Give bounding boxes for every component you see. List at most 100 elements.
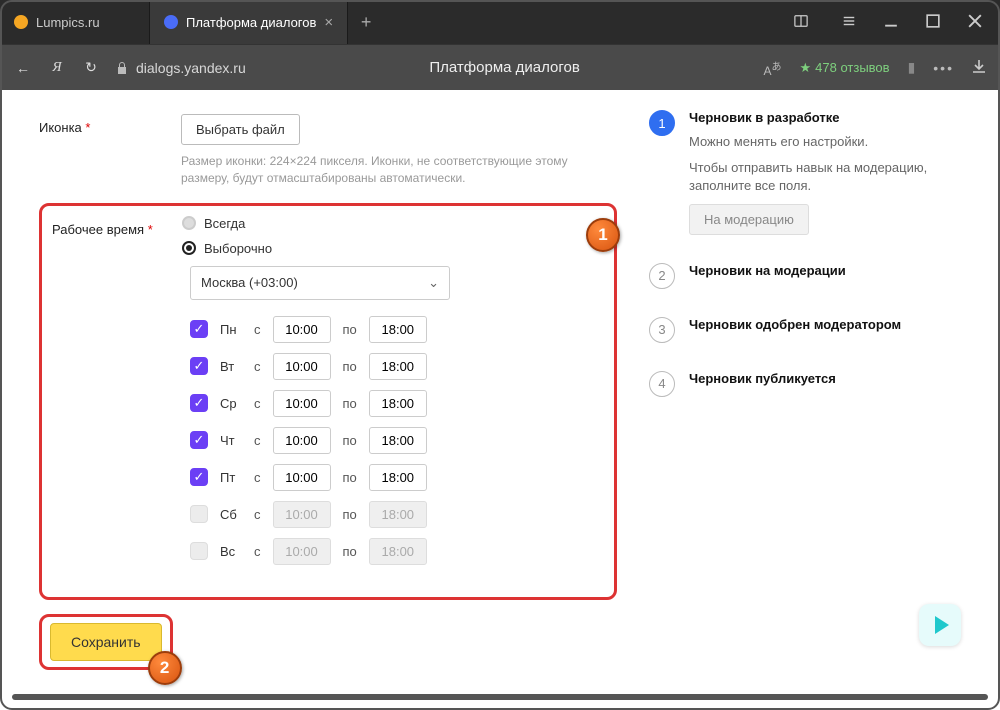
to-label: по (343, 359, 357, 374)
titlebar: Lumpics.ru Платформа диалогов × + (0, 0, 1000, 44)
day-checkbox[interactable]: ✓ (190, 357, 208, 375)
time-from-input[interactable] (273, 464, 331, 491)
day-name: Вт (220, 359, 242, 374)
radio-icon (182, 216, 196, 230)
radio-custom[interactable]: Выборочно (182, 241, 604, 256)
timezone-select[interactable]: Москва (+03:00) ⌄ (190, 266, 450, 300)
tab-title: Lumpics.ru (36, 15, 100, 30)
day-checkbox[interactable]: ✓ (190, 320, 208, 338)
close-window-icon[interactable] (968, 14, 982, 31)
address-bar: ← Я ↻ dialogs.yandex.ru Платформа диалог… (0, 44, 1000, 90)
from-label: с (254, 544, 261, 559)
reader-mode-icon[interactable] (794, 14, 808, 31)
minimize-icon[interactable] (884, 14, 898, 31)
step-desc: Чтобы отправить навык на модерацию, запо… (689, 159, 963, 195)
time-to-input[interactable] (369, 353, 427, 380)
day-checkbox[interactable]: ✓ (190, 468, 208, 486)
time-from-input[interactable] (273, 353, 331, 380)
save-button[interactable]: Сохранить (50, 623, 162, 661)
page-title: Платформа диалогов (262, 59, 748, 76)
menu-icon[interactable] (842, 14, 856, 31)
step-title: Черновик публикуется (689, 371, 836, 386)
download-icon[interactable] (972, 59, 986, 76)
day-name: Сб (220, 507, 242, 522)
chevron-down-icon: ⌄ (428, 275, 439, 291)
save-section: Сохранить 2 (39, 614, 173, 670)
maximize-icon[interactable] (926, 14, 940, 31)
annotation-badge-1: 1 (586, 218, 620, 252)
time-from-input[interactable] (273, 427, 331, 454)
tab-lumpics[interactable]: Lumpics.ru (0, 0, 150, 44)
day-name: Ср (220, 396, 242, 411)
step-title: Черновик одобрен модератором (689, 317, 901, 332)
annotation-badge-2: 2 (148, 651, 182, 685)
day-name: Чт (220, 433, 242, 448)
day-name: Вс (220, 544, 242, 559)
rating-badge[interactable]: ★478 отзывов (800, 60, 890, 76)
from-label: с (254, 359, 261, 374)
reload-icon[interactable]: ↻ (82, 59, 100, 76)
back-icon[interactable]: ← (14, 60, 32, 76)
day-row-Вт: ✓ Вт с по (190, 353, 604, 380)
day-checkbox[interactable] (190, 542, 208, 560)
day-row-Вс: Вс с по (190, 538, 604, 565)
step-4: 4 Черновик публикуется (649, 371, 963, 397)
step-number: 1 (649, 110, 675, 136)
time-to-input[interactable] (369, 427, 427, 454)
day-row-Пт: ✓ Пт с по (190, 464, 604, 491)
time-to-input (369, 538, 427, 565)
to-label: по (343, 507, 357, 522)
radio-label-always: Всегда (204, 216, 245, 231)
day-row-Ср: ✓ Ср с по (190, 390, 604, 417)
moderation-button[interactable]: На модерацию (689, 204, 809, 235)
radio-always[interactable]: Всегда (182, 216, 604, 231)
yandex-icon[interactable]: Я (48, 60, 66, 76)
tab-dialogs[interactable]: Платформа диалогов × (150, 0, 348, 44)
hours-label: Рабочее время (52, 222, 144, 237)
radio-label-custom: Выборочно (204, 241, 272, 256)
close-tab-icon[interactable]: × (324, 14, 333, 31)
day-name: Пт (220, 470, 242, 485)
day-checkbox[interactable]: ✓ (190, 431, 208, 449)
translate-icon[interactable]: Aあ (763, 58, 781, 78)
day-checkbox[interactable] (190, 505, 208, 523)
from-label: с (254, 396, 261, 411)
radio-icon (182, 241, 196, 255)
tab-title: Платформа диалогов (186, 15, 316, 30)
time-to-input[interactable] (369, 390, 427, 417)
day-row-Сб: Сб с по (190, 501, 604, 528)
step-title: Черновик на модерации (689, 263, 846, 278)
icon-hint: Размер иконки: 224×224 пикселя. Иконки, … (181, 153, 601, 187)
play-icon (935, 616, 949, 634)
bookmark-icon[interactable]: ▮ (908, 59, 916, 76)
time-from-input[interactable] (273, 390, 331, 417)
step-number: 4 (649, 371, 675, 397)
day-checkbox[interactable]: ✓ (190, 394, 208, 412)
day-name: Пн (220, 322, 242, 337)
to-label: по (343, 433, 357, 448)
required-mark: * (85, 120, 90, 135)
time-to-input[interactable] (369, 316, 427, 343)
favicon-dialogs (164, 15, 178, 29)
step-2: 2 Черновик на модерации (649, 263, 963, 289)
url-display[interactable]: dialogs.yandex.ru (116, 60, 246, 76)
day-row-Чт: ✓ Чт с по (190, 427, 604, 454)
time-from-input[interactable] (273, 316, 331, 343)
choose-file-button[interactable]: Выбрать файл (181, 114, 300, 145)
to-label: по (343, 396, 357, 411)
new-tab-button[interactable]: + (348, 12, 384, 33)
time-from-input (273, 501, 331, 528)
time-from-input (273, 538, 331, 565)
step-1: 1 Черновик в разработке Можно менять его… (649, 110, 963, 235)
lock-icon (116, 61, 128, 75)
chat-widget-button[interactable] (919, 604, 961, 646)
time-to-input (369, 501, 427, 528)
step-number: 2 (649, 263, 675, 289)
working-hours-section: 1 Рабочее время * Всегда Выборочно Москв… (39, 203, 617, 600)
icon-row: Иконка * Выбрать файл Размер иконки: 224… (39, 114, 617, 187)
to-label: по (343, 544, 357, 559)
time-to-input[interactable] (369, 464, 427, 491)
from-label: с (254, 470, 261, 485)
more-icon[interactable]: ••• (933, 60, 954, 76)
to-label: по (343, 322, 357, 337)
